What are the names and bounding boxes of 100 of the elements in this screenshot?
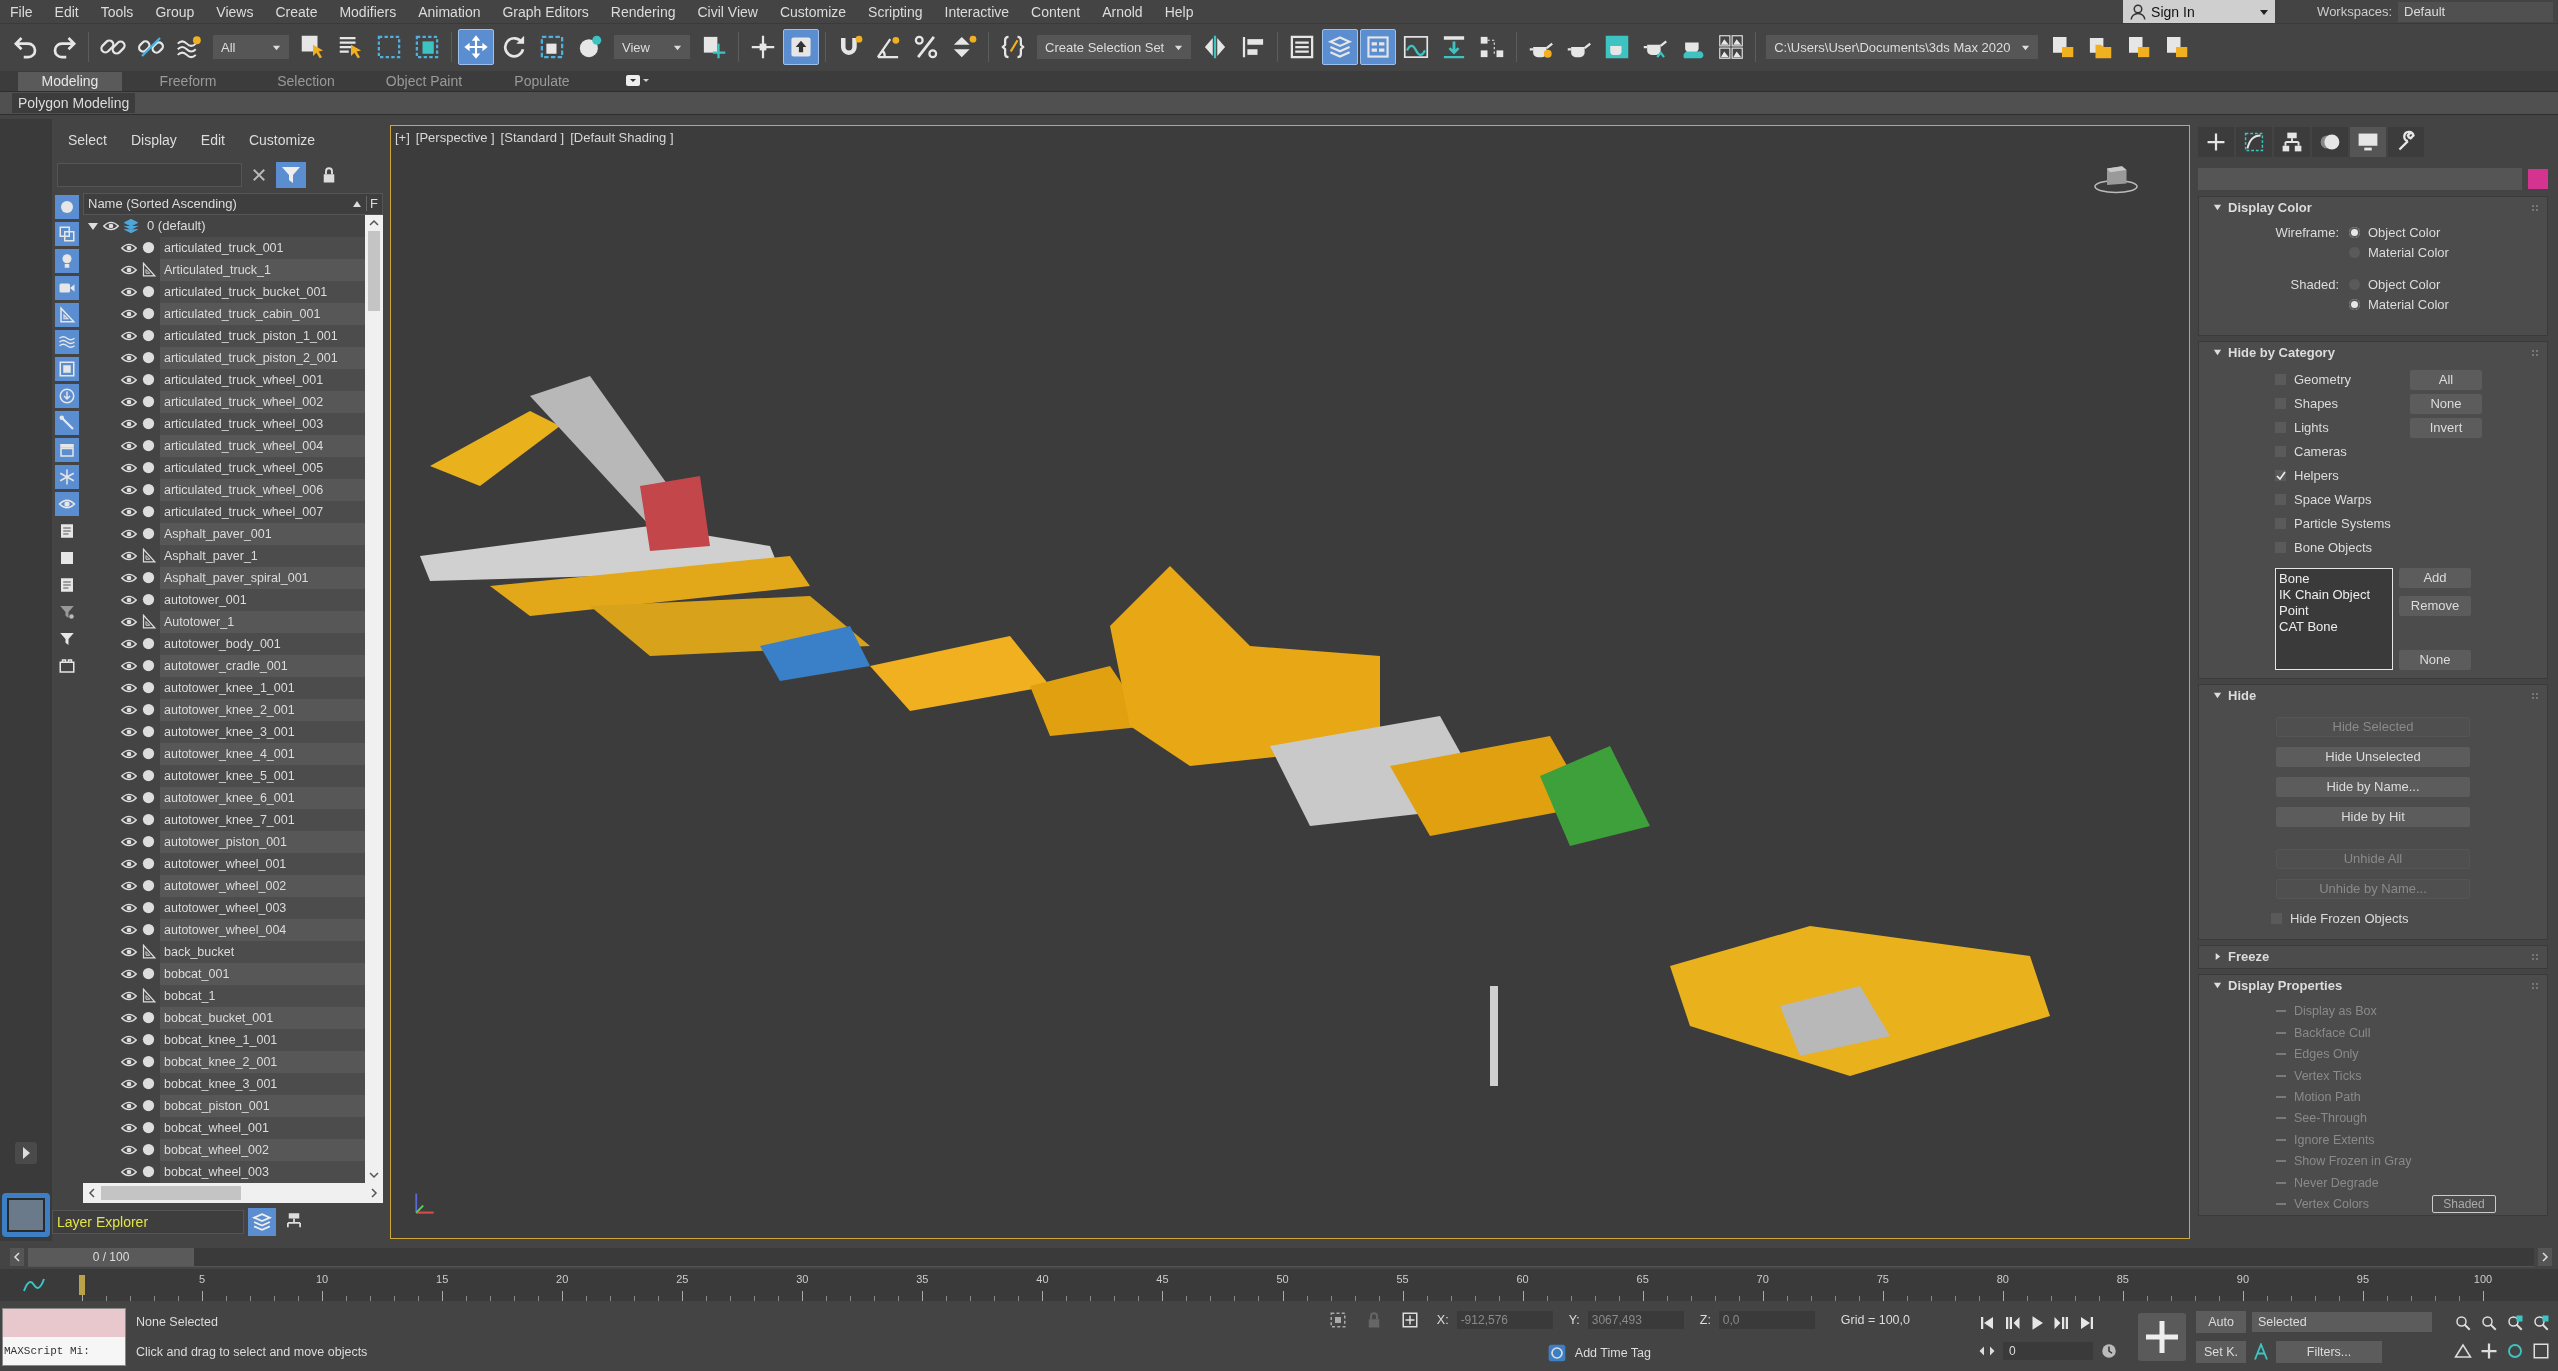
eye-icon[interactable]: [121, 945, 137, 958]
menu-item[interactable]: File: [0, 3, 44, 20]
object-name[interactable]: bobcat_001: [160, 962, 365, 985]
eye-icon[interactable]: [121, 285, 137, 298]
maximize-icon[interactable]: [2532, 1342, 2550, 1361]
eye-icon[interactable]: [121, 835, 137, 848]
list-item[interactable]: IK Chain Object: [2279, 586, 2389, 603]
panel-button[interactable]: Invert: [2410, 417, 2482, 438]
eye-icon[interactable]: [121, 571, 137, 584]
layers-icon[interactable]: [248, 1207, 276, 1236]
eye-icon[interactable]: [121, 923, 137, 936]
panel-button[interactable]: Hide Unselected: [2276, 746, 2470, 767]
object-name[interactable]: articulated_truck_wheel_006: [160, 478, 365, 501]
explorer-type-dropdown[interactable]: Layer Explorer: [52, 1209, 244, 1234]
scroll-thumb[interactable]: [368, 230, 380, 311]
object-name[interactable]: articulated_truck_wheel_002: [160, 390, 365, 413]
object-name[interactable]: bobcat_wheel_003: [160, 1160, 365, 1183]
grip-icon[interactable]: [2531, 981, 2539, 990]
scrollbar[interactable]: [83, 1182, 383, 1203]
object-name[interactable]: bobcat_piston_001: [160, 1094, 365, 1117]
eye-icon[interactable]: [121, 549, 137, 562]
menu-item[interactable]: Arnold: [1091, 3, 1154, 20]
object-name[interactable]: Articulated_truck_1: [160, 258, 365, 281]
eye-icon[interactable]: [103, 219, 119, 232]
layers-icon[interactable]: [1322, 29, 1359, 66]
set-key-icon[interactable]: [2138, 1313, 2186, 1362]
eye-icon[interactable]: [121, 329, 137, 342]
wrench-icon[interactable]: [2388, 126, 2424, 157]
object-name[interactable]: Asphalt_paver_001: [160, 522, 365, 545]
object-name[interactable]: articulated_truck_piston_2_001: [160, 346, 365, 369]
menu-item[interactable]: Help: [1153, 3, 1205, 20]
eye-icon[interactable]: [121, 659, 137, 672]
viewport-label[interactable]: [+]: [395, 129, 410, 145]
eye-icon[interactable]: [121, 505, 137, 518]
object-name[interactable]: bobcat_knee_1_001: [160, 1028, 365, 1051]
eye-icon[interactable]: [121, 615, 137, 628]
object-name[interactable]: autotower_wheel_004: [160, 918, 365, 941]
object-name[interactable]: articulated_truck_cabin_001: [160, 302, 365, 325]
list-box[interactable]: Bone IK Chain Object Point CAT Bone: [2275, 567, 2393, 670]
squares-icon[interactable]: [55, 221, 79, 246]
menu-item[interactable]: Edit: [43, 3, 90, 20]
eye-icon[interactable]: [121, 989, 137, 1002]
eye-icon[interactable]: [121, 703, 137, 716]
object-name[interactable]: articulated_truck_wheel_004: [160, 434, 365, 457]
orbit-icon[interactable]: [2506, 1342, 2524, 1361]
object-name[interactable]: articulated_truck_wheel_007: [160, 500, 365, 523]
menu-item[interactable]: Customize: [768, 3, 858, 20]
eye-icon[interactable]: [121, 813, 137, 826]
rollout-header[interactable]: Hide: [2199, 684, 2547, 707]
panel-button[interactable]: Shaded: [2432, 1195, 2496, 1213]
menu-item[interactable]: Graph Editors: [491, 3, 600, 20]
curve-icon[interactable]: [22, 1277, 46, 1294]
toolbar-dropdown[interactable]: All: [213, 35, 289, 60]
scroll-thumb[interactable]: [101, 1185, 241, 1200]
panel-button[interactable]: Hide by Hit: [2276, 806, 2470, 827]
set-key-button[interactable]: Set K.: [2196, 1341, 2246, 1364]
eye-icon[interactable]: [121, 1165, 137, 1178]
menu-item[interactable]: Modifiers: [328, 3, 408, 20]
viewport-layout-icon[interactable]: [2, 1193, 50, 1238]
menu-item[interactable]: Edit: [200, 131, 225, 148]
time-configuration-icon[interactable]: [2100, 1342, 2118, 1361]
radio-button[interactable]: [2349, 227, 2360, 239]
eye-icon[interactable]: [121, 241, 137, 254]
object-name[interactable]: autotower_knee_1_001: [160, 676, 365, 699]
eye-icon[interactable]: [121, 1011, 137, 1024]
rollout-header[interactable]: Display Properties: [2199, 974, 2547, 997]
eye-icon[interactable]: [121, 879, 137, 892]
object-name[interactable]: autotower_knee_5_001: [160, 764, 365, 787]
eye-icon[interactable]: [121, 593, 137, 606]
workspaces-dropdown[interactable]: Default: [2398, 1, 2553, 22]
object-name[interactable]: autotower_wheel_001: [160, 852, 365, 875]
eye-icon[interactable]: [121, 747, 137, 760]
viewport-label[interactable]: [Standard ]: [500, 129, 565, 145]
eye-icon[interactable]: [121, 395, 137, 408]
ribbon-tab[interactable]: Populate: [490, 71, 594, 91]
sign-in-button[interactable]: Sign In: [2123, 0, 2276, 23]
menu-item[interactable]: Tools: [89, 3, 145, 20]
eye-icon[interactable]: [121, 439, 137, 452]
curve-box-icon[interactable]: [2236, 126, 2272, 157]
object-name[interactable]: autotower_body_001: [160, 632, 365, 655]
pan-icon[interactable]: [2480, 1342, 2498, 1361]
menu-item[interactable]: Views: [205, 3, 265, 20]
column-header[interactable]: Name (Sorted Ascending): [84, 196, 352, 212]
grip-icon[interactable]: [2531, 203, 2539, 212]
panel-button[interactable]: All: [2410, 369, 2482, 390]
auto-key-button[interactable]: Auto: [2196, 1311, 2246, 1334]
object-name[interactable]: autotower_001: [160, 588, 365, 611]
snowflake-icon[interactable]: [55, 464, 79, 489]
eye-icon[interactable]: [121, 307, 137, 320]
grip-icon[interactable]: [2531, 691, 2539, 700]
viewcube-icon[interactable]: [2093, 163, 2139, 194]
object-name[interactable]: autotower_wheel_002: [160, 874, 365, 897]
bulb-icon[interactable]: [55, 248, 79, 273]
grip-icon[interactable]: [2531, 348, 2539, 357]
time-slider-thumb[interactable]: 0 / 100: [28, 1247, 194, 1266]
absolute-mode-icon[interactable]: [1400, 1311, 1419, 1330]
eye-icon[interactable]: [121, 1121, 137, 1134]
eye-icon[interactable]: [121, 967, 137, 980]
ribbon-panel-tab[interactable]: Polygon Modeling: [12, 92, 136, 113]
eye-icon[interactable]: [121, 791, 137, 804]
